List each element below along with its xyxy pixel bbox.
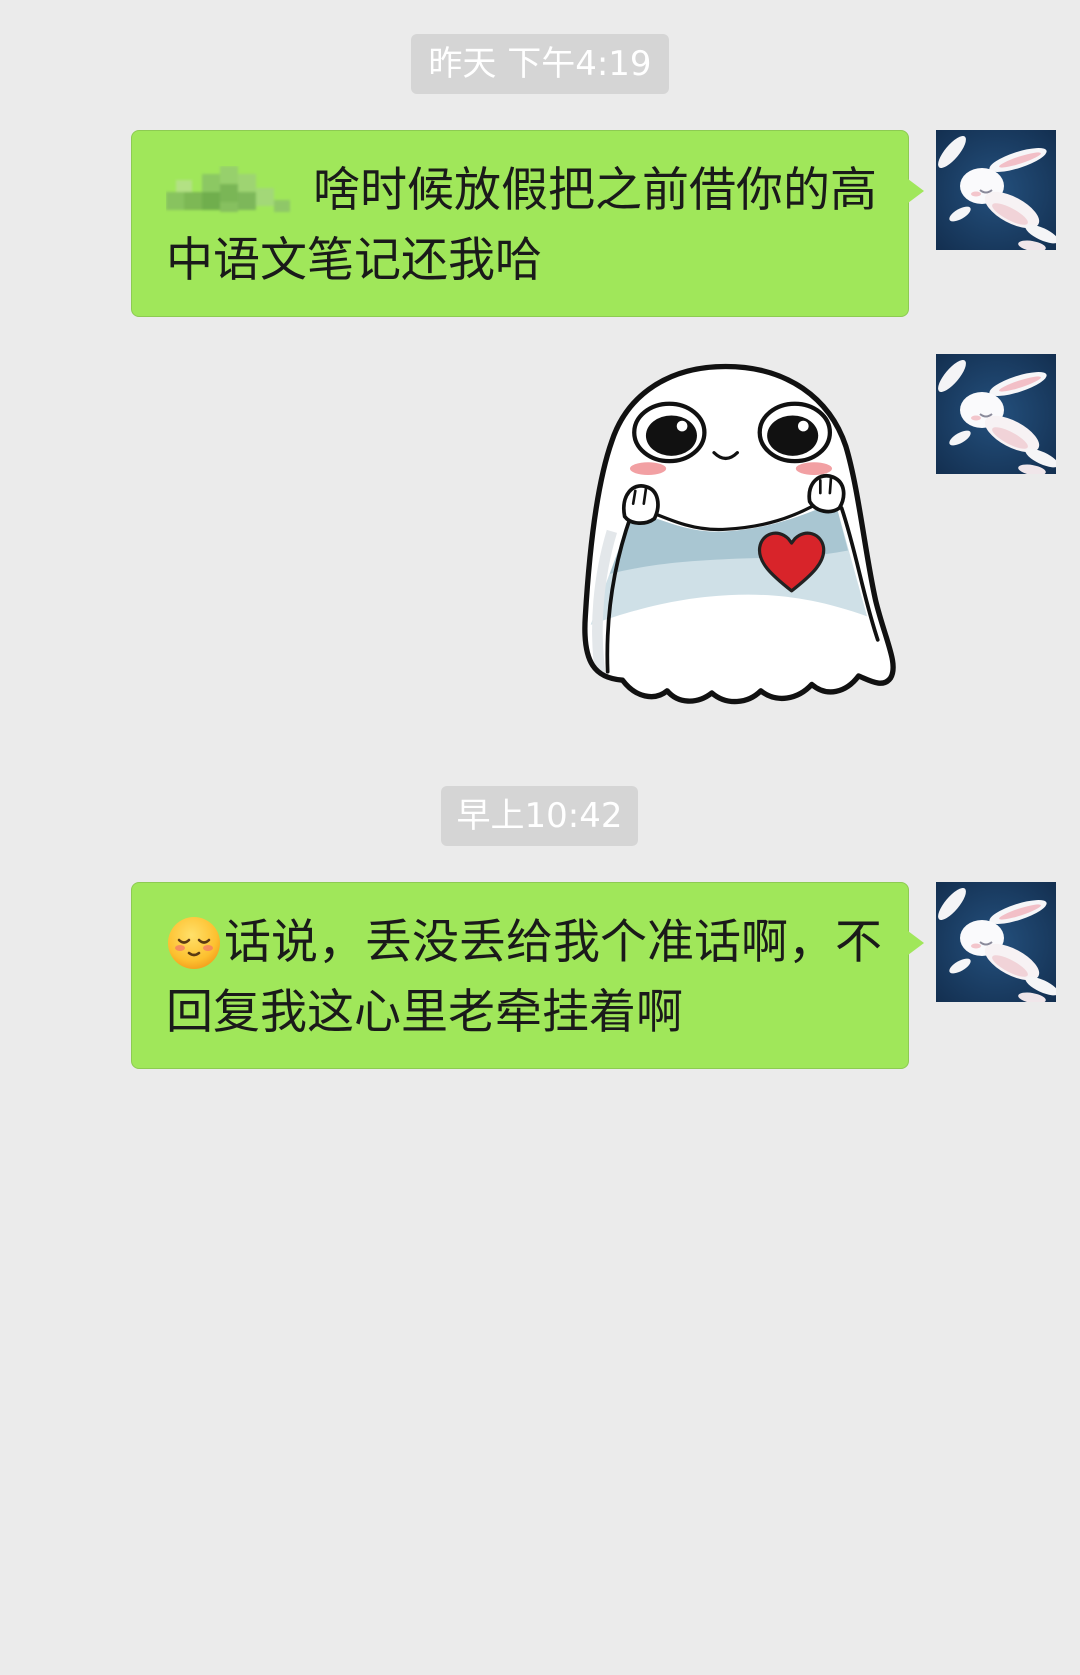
rabbit-avatar-icon bbox=[936, 130, 1056, 250]
message-text: 啥时候放假把之前借你的高 bbox=[313, 163, 877, 218]
message-bubble-2[interactable]: 话说，丢没丢给我个准话啊，不 回复我这心里老牵挂着啊 bbox=[131, 882, 924, 1069]
chat-screen: 昨天 下午4:19 啥时候放假把之前借你的高 中语文笔记还我哈 早上10:42 … bbox=[0, 0, 1080, 1675]
message-line: 话说，丢没丢给我个准话啊，不 bbox=[166, 908, 888, 978]
relieved-face-emoji-icon bbox=[166, 915, 222, 971]
message-line: 中语文笔记还我哈 bbox=[166, 226, 888, 296]
ghost-holding-heart-sticker-icon bbox=[582, 363, 896, 705]
message-bubble-1[interactable]: 啥时候放假把之前借你的高 中语文笔记还我哈 bbox=[131, 130, 924, 317]
message-text: 回复我这心里老牵挂着啊 bbox=[166, 985, 683, 1040]
avatar[interactable] bbox=[936, 130, 1056, 250]
bubble-tail bbox=[908, 931, 924, 955]
message-line: 回复我这心里老牵挂着啊 bbox=[166, 978, 888, 1048]
rabbit-avatar-icon bbox=[936, 882, 1056, 1002]
avatar[interactable] bbox=[936, 354, 1056, 474]
message-line: 啥时候放假把之前借你的高 bbox=[166, 156, 888, 226]
timestamp-morning: 早上10:42 bbox=[441, 786, 638, 846]
timestamp-yesterday: 昨天 下午4:19 bbox=[411, 34, 669, 94]
message-text: 话说，丢没丢给我个准话啊，不 bbox=[224, 915, 882, 970]
avatar[interactable] bbox=[936, 882, 1056, 1002]
bubble-tail bbox=[908, 179, 924, 203]
message-text: 中语文笔记还我哈 bbox=[166, 233, 542, 288]
rabbit-avatar-icon bbox=[936, 354, 1056, 474]
ghost-sticker[interactable] bbox=[580, 361, 899, 707]
redacted-name-mosaic bbox=[166, 166, 292, 216]
